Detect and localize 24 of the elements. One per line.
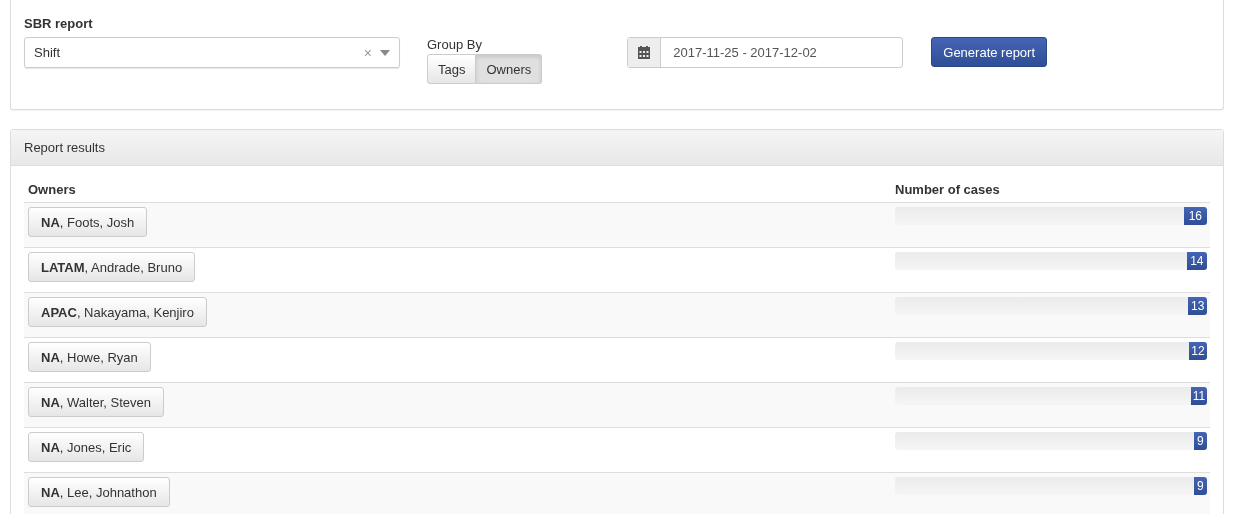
group-by-label: Group By	[427, 37, 483, 52]
owner-button[interactable]: NA, Walter, Steven	[28, 387, 165, 417]
progress-fill: 11	[1190, 387, 1207, 405]
progress-fill: 9	[1193, 477, 1207, 495]
progress-fill: 16	[1183, 207, 1207, 225]
owner-button[interactable]: NA, Foots, Josh	[28, 207, 148, 237]
owner-button[interactable]: NA, Howe, Ryan	[28, 342, 151, 372]
calendar-icon	[638, 46, 651, 59]
group-by-toggle[interactable]: Tags	[427, 54, 477, 84]
caret-icon	[380, 49, 390, 56]
progress-fill: 12	[1188, 342, 1207, 360]
report-select[interactable]: Shift ×	[24, 37, 400, 68]
results-title: Report results	[24, 140, 105, 155]
generate-report-button[interactable]: Generate report	[931, 37, 1048, 67]
form-title: SBR report	[24, 16, 94, 33]
owner-button[interactable]: APAC, Nakayama, Kenjiro	[28, 297, 207, 327]
owner-button[interactable]: NA, Jones, Eric	[28, 432, 145, 462]
group-by-toggle[interactable]: Owners	[476, 54, 543, 84]
owner-button[interactable]: LATAM, Andrade, Bruno	[28, 252, 196, 282]
progress-fill: 14	[1186, 252, 1207, 270]
progress-fill: 13	[1188, 297, 1207, 315]
date-range-field[interactable]: 2017-11-25 - 2017-12-02	[627, 37, 904, 68]
owner-button[interactable]: NA, Lee, Johnathon	[28, 477, 170, 507]
progress-fill: 9	[1193, 432, 1207, 450]
